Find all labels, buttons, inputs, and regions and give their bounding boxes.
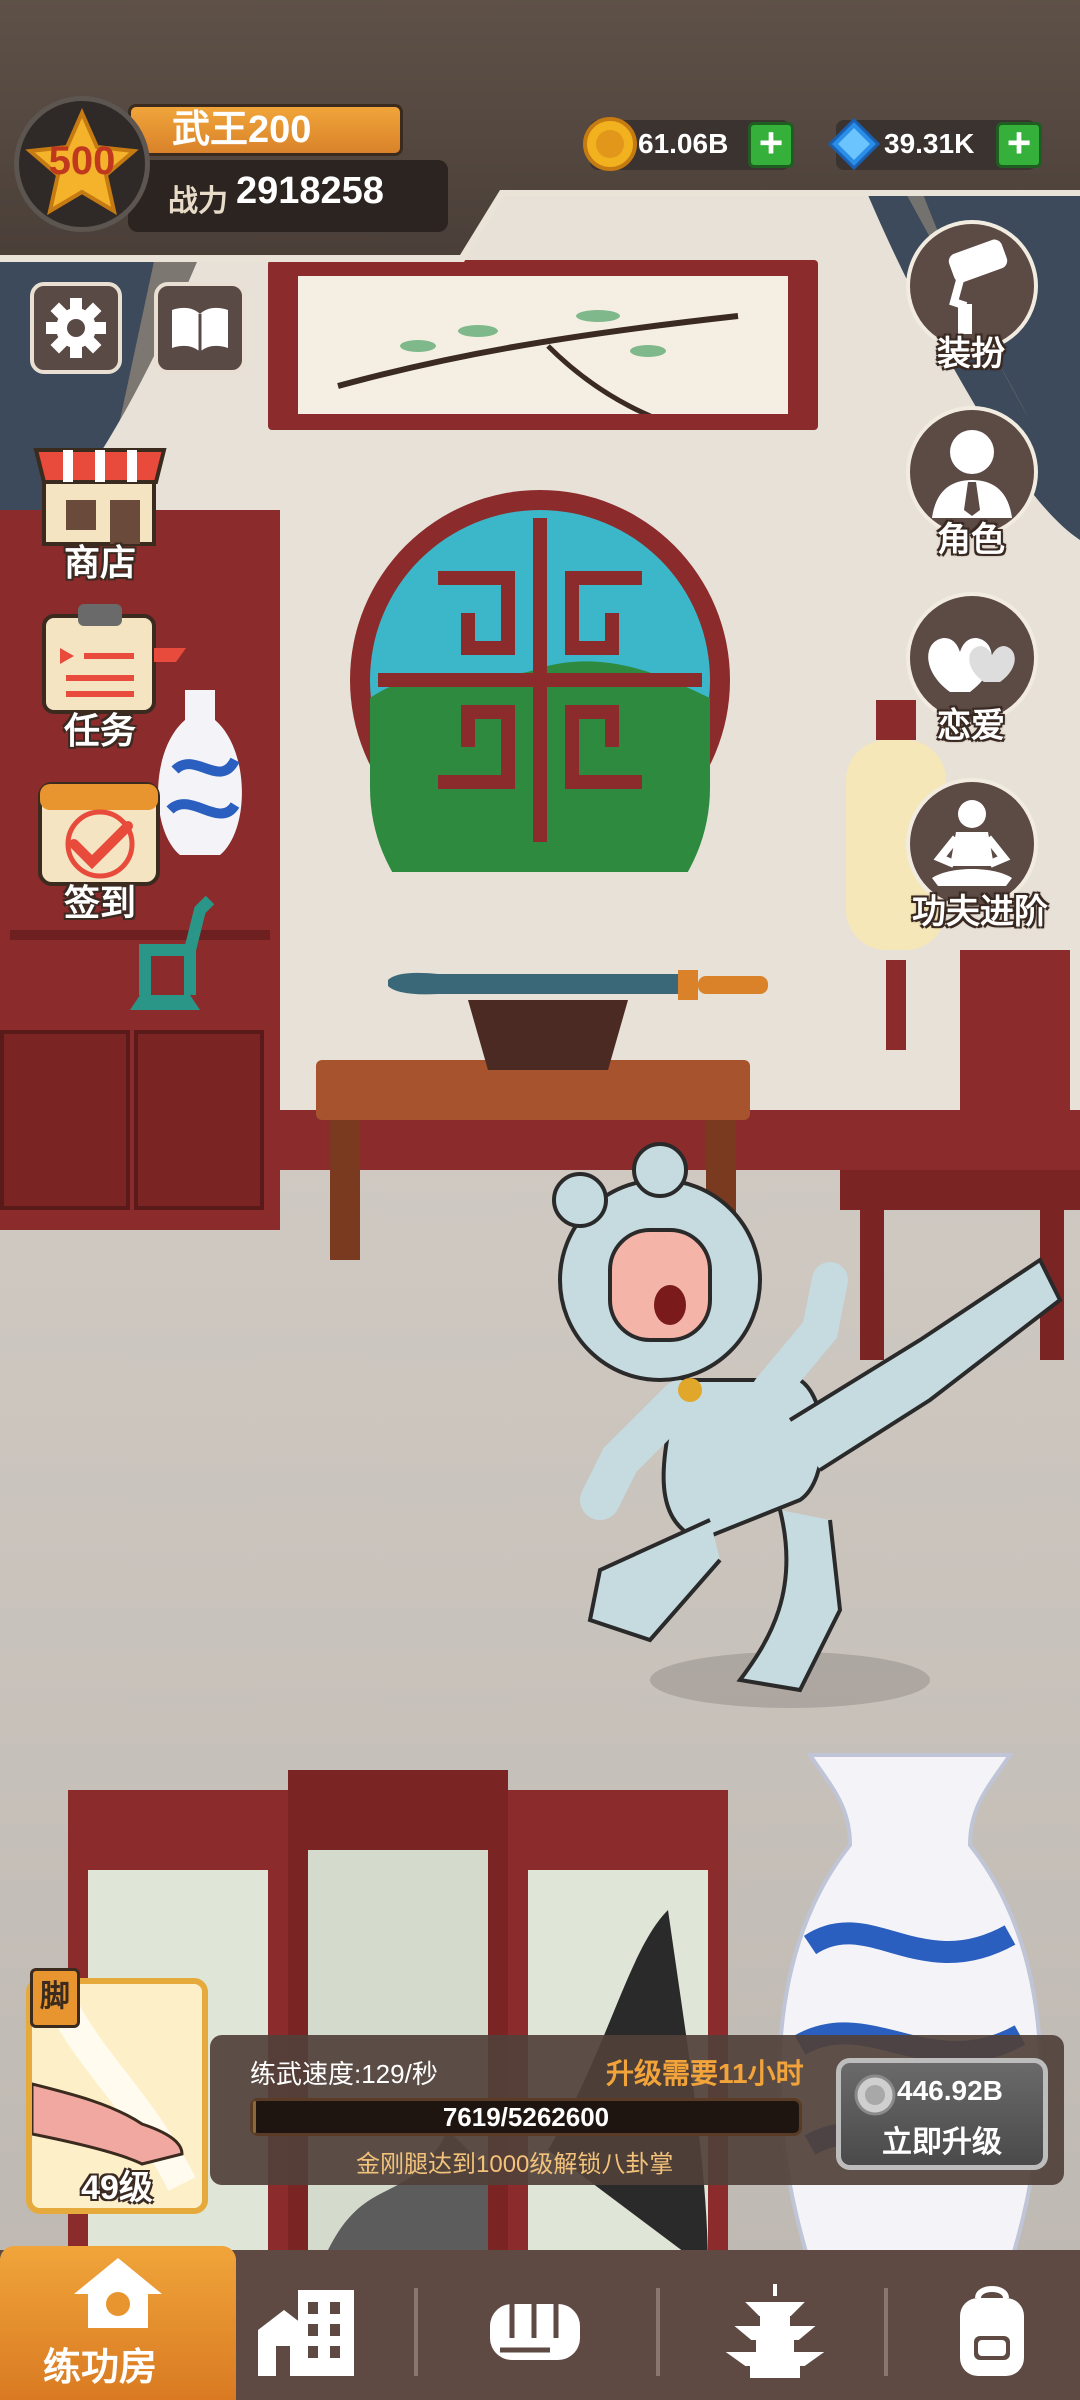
round-window [350,490,730,872]
house-icon [74,2258,162,2328]
gear-icon [46,298,106,358]
upgrade-cost: 446.92B [897,2075,1003,2106]
nav-tab-training-room[interactable]: 练功房 [0,2246,236,2400]
avatar-level-badge[interactable]: 500 [14,96,150,232]
dress-up-label: 装扮 [937,335,1005,373]
nav-tab-backpack[interactable] [942,2280,1042,2380]
skill-tag-text: 脚 [40,1980,70,2013]
fist-icon [490,2304,580,2360]
settings-button[interactable] [30,282,122,374]
training-speed: 练武速度:129/秒 [250,2059,438,2089]
guide-book-button[interactable] [154,282,246,374]
sword-on-stand [388,970,768,1070]
character-button[interactable]: 角色 [906,406,1076,566]
gem-amount: 39.31K [884,128,975,159]
skill-level: 49级 [81,2169,153,2207]
bear-character [552,1142,1063,1708]
nav-separator [656,2288,660,2376]
romance-button[interactable]: 恋爱 [906,592,1076,752]
nav-tab-fight[interactable] [480,2280,590,2380]
level-number: 500 [48,139,116,183]
clipboard-icon [42,604,186,714]
power-label: 战力 [168,185,228,218]
backpack-icon [960,2286,1024,2376]
nav-active-label: 练功房 [42,2347,157,2389]
gem-icon [827,117,881,171]
add-gold-button[interactable]: + [748,122,794,168]
upgrade-time: 升级需要11小时 [606,2058,804,2089]
pagoda-icon [725,2284,825,2378]
player-name: 武王200 [172,109,312,151]
sign-in-label: 签到 [63,882,136,923]
add-gems-button[interactable]: + [996,122,1042,168]
scroll-painting [268,260,818,439]
romance-label: 恋爱 [937,707,1005,745]
training-progress-bar: 7619/5262600 [250,2098,802,2136]
nav-separator [884,2288,888,2376]
shop-label: 商店 [63,542,136,583]
upgrade-now-button[interactable]: 446.92B 立即升级 [836,2058,1048,2170]
unlock-hint: 金刚腿达到1000级解锁八卦掌 [356,2151,674,2178]
tasks-button[interactable]: 任务 [30,598,190,751]
sign-in-button[interactable]: 签到 [30,770,170,923]
gold-amount: 61.06B [638,128,729,159]
shop-button[interactable]: 商店 [30,430,170,583]
nav-separator [414,2288,418,2376]
kungfu-advance-button[interactable]: 功夫进阶 [906,778,1080,938]
upgrade-now-label: 立即升级 [882,2126,1002,2159]
power-value: 2918258 [236,170,384,212]
nav-tab-buildings[interactable] [250,2280,360,2380]
buildings-icon [258,2290,354,2376]
blue-white-vase [777,1753,1043,2265]
tasks-label: 任务 [63,710,136,751]
character-label: 角色 [937,521,1005,559]
book-icon [172,307,228,352]
shop-icon [33,448,167,546]
gold-coin-icon [583,117,637,171]
progress-text: 7619/5262600 [442,2102,610,2132]
calendar-check-icon [38,782,160,886]
nav-tab-pagoda[interactable] [720,2280,830,2380]
dress-up-button[interactable]: 装扮 [906,220,1076,380]
skill-tag: 脚 [30,1968,80,2028]
kungfu-advance-label: 功夫进阶 [912,893,1048,931]
silver-coin-icon [854,2074,896,2116]
